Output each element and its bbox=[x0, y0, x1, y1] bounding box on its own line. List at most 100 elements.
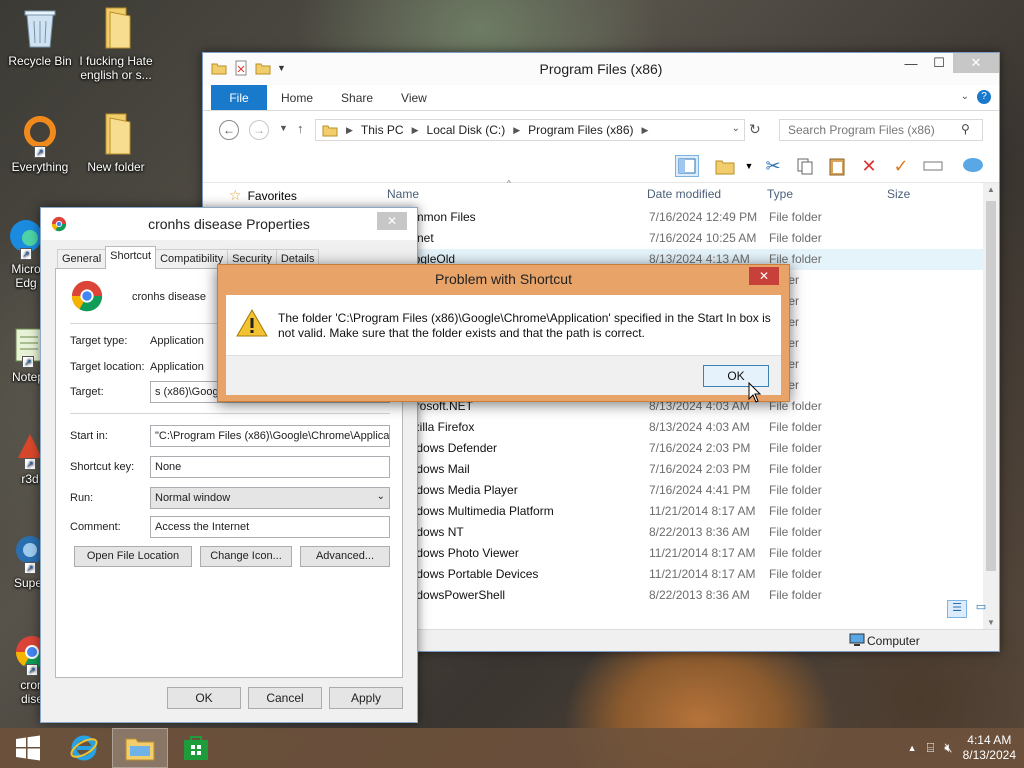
file-date-modified: 8/22/2013 8:36 AM bbox=[649, 525, 750, 539]
column-header-date[interactable]: Date modified bbox=[647, 183, 721, 205]
desktop-icon-folder-hate[interactable]: I fucking Hate english or s... bbox=[76, 6, 156, 82]
address-row: ← → ▼ ↑ ▶ This PC ▶ Local Disk (C:) ▶ Pr… bbox=[203, 111, 999, 149]
chevron-right-icon[interactable]: ▶ bbox=[642, 125, 649, 136]
problem-with-shortcut-dialog[interactable]: Problem with Shortcut ✕ The folder 'C:\P… bbox=[217, 264, 790, 402]
chevron-right-icon[interactable]: ▶ bbox=[412, 125, 419, 136]
scroll-down-icon[interactable]: ▼ bbox=[987, 618, 995, 627]
minimize-button[interactable]: — bbox=[897, 53, 925, 73]
tab-file[interactable]: File bbox=[211, 85, 267, 110]
paste-icon[interactable] bbox=[825, 155, 849, 177]
shortcut-arrow-icon: ↗ bbox=[24, 562, 36, 574]
ok-button[interactable]: OK bbox=[167, 687, 241, 709]
copy-icon[interactable] bbox=[793, 155, 817, 177]
clock[interactable]: 4:14 AM 8/13/2024 bbox=[963, 733, 1016, 763]
tab-shortcut[interactable]: Shortcut bbox=[105, 246, 157, 269]
breadcrumb-local-disk[interactable]: Local Disk (C:) bbox=[427, 123, 506, 137]
start-in-input[interactable]: "C:\Program Files (x86)\Google\Chrome\Ap… bbox=[150, 425, 390, 447]
tab-share[interactable]: Share bbox=[327, 85, 387, 110]
close-button[interactable]: ✕ bbox=[953, 53, 999, 73]
taskbar-store[interactable] bbox=[168, 728, 224, 768]
delete-icon[interactable]: ✕ bbox=[857, 155, 881, 177]
move-to-icon[interactable] bbox=[713, 155, 737, 177]
scroll-up-icon[interactable]: ▲ bbox=[987, 185, 995, 194]
chat-icon[interactable] bbox=[961, 155, 985, 177]
volume-muted-icon[interactable]: 🔇︎ bbox=[944, 740, 952, 756]
file-row[interactable]: ozilla Firefox 8/13/2024 4:03 AM File fold… bbox=[379, 417, 983, 438]
column-header-name[interactable]: Name bbox=[387, 183, 419, 205]
file-row[interactable]: indows Multimedia Platform 11/21/2014 8:1… bbox=[379, 501, 983, 522]
refresh-button[interactable]: ↻ bbox=[749, 121, 761, 138]
column-header-size[interactable]: Size bbox=[887, 183, 910, 205]
search-icon[interactable]: ⚲ bbox=[961, 122, 970, 136]
details-view-icon[interactable]: ☰ bbox=[947, 600, 967, 618]
chevron-right-icon[interactable]: ▶ bbox=[346, 125, 353, 136]
breadcrumb-this-pc[interactable]: This PC bbox=[361, 123, 404, 137]
shortcut-key-input[interactable]: None bbox=[150, 456, 390, 478]
file-list[interactable]: Name ^ Date modified Type Size ommon Fil… bbox=[379, 179, 983, 629]
shortcut-arrow-icon: ↗ bbox=[24, 458, 36, 470]
breadcrumb-program-files[interactable]: Program Files (x86) bbox=[528, 123, 633, 137]
chevron-down-icon[interactable]: ▼ bbox=[737, 155, 761, 177]
file-type: File folder bbox=[769, 462, 822, 476]
file-row[interactable]: indows Media Player 7/16/2024 4:41 PM File… bbox=[379, 480, 983, 501]
desktop-icon-new-folder[interactable]: New folder bbox=[76, 112, 156, 174]
file-row[interactable]: indows Photo Viewer 11/21/2014 8:17 AM Fil… bbox=[379, 543, 983, 564]
column-header-type[interactable]: Type bbox=[767, 183, 793, 205]
search-input[interactable]: Search Program Files (x86) bbox=[779, 119, 983, 141]
comment-input[interactable]: Access the Internet bbox=[150, 516, 390, 538]
chevron-right-icon[interactable]: ▶ bbox=[513, 125, 520, 136]
run-label: Run: bbox=[70, 492, 94, 504]
desktop-icon-recycle-bin[interactable]: Recycle Bin bbox=[0, 6, 80, 68]
maximize-button[interactable]: ☐ bbox=[925, 53, 953, 73]
shortcut-name: cronhs disease bbox=[132, 291, 206, 303]
taskbar-internet-explorer[interactable] bbox=[56, 728, 112, 768]
large-icons-view-icon[interactable]: ▭ bbox=[971, 600, 991, 618]
help-icon[interactable]: ? bbox=[977, 90, 991, 104]
vertical-scrollbar[interactable]: ▲ ▼ bbox=[983, 183, 999, 629]
recent-locations-button[interactable]: ▼ bbox=[279, 123, 288, 133]
preview-pane-icon[interactable] bbox=[675, 155, 699, 177]
up-button[interactable]: ↑ bbox=[297, 121, 304, 136]
open-file-location-button[interactable]: Open File Location bbox=[74, 546, 192, 567]
cut-icon[interactable]: ✂ bbox=[761, 155, 785, 177]
file-row[interactable]: indows Mail 7/16/2024 2:03 PM File folder bbox=[379, 459, 983, 480]
nav-item-favorites[interactable]: ☆ Favorites bbox=[229, 187, 297, 204]
rename-icon[interactable] bbox=[921, 155, 945, 177]
advanced-button[interactable]: Advanced... bbox=[300, 546, 390, 567]
file-row[interactable]: ommon Files 7/16/2024 12:49 PM File folder bbox=[379, 207, 983, 228]
shortcut-arrow-icon: ↗ bbox=[26, 664, 38, 676]
address-dropdown-icon[interactable]: ⌄ bbox=[732, 123, 740, 134]
taskbar-file-explorer[interactable] bbox=[112, 728, 168, 768]
apply-button[interactable]: Apply bbox=[329, 687, 403, 709]
address-bar[interactable]: ▶ This PC ▶ Local Disk (C:) ▶ Program Fi… bbox=[315, 119, 745, 141]
close-button[interactable]: ✕ bbox=[377, 212, 407, 230]
file-row[interactable]: otnet 7/16/2024 10:25 AM File folder bbox=[379, 228, 983, 249]
scrollbar-thumb[interactable] bbox=[986, 201, 996, 571]
file-row[interactable]: indows Portable Devices 11/21/2014 8:17 A… bbox=[379, 564, 983, 585]
network-icon[interactable]: ⌸ bbox=[927, 740, 935, 756]
tab-general[interactable]: General bbox=[57, 249, 107, 269]
file-date-modified: 8/13/2024 4:03 AM bbox=[649, 420, 750, 434]
desktop-icon-everything[interactable]: ↗ Everything bbox=[0, 112, 80, 174]
start-button[interactable] bbox=[0, 728, 56, 768]
tab-view[interactable]: View bbox=[387, 85, 441, 110]
cancel-button[interactable]: Cancel bbox=[248, 687, 322, 709]
file-row[interactable]: indowsPowerShell 8/22/2013 8:36 AM File fo… bbox=[379, 585, 983, 606]
tab-home[interactable]: Home bbox=[267, 85, 327, 110]
chevron-down-icon[interactable]: ⌄ bbox=[961, 91, 969, 102]
forward-button[interactable]: → bbox=[249, 120, 269, 140]
run-select[interactable]: Normal window ⌄ bbox=[150, 487, 390, 509]
properties-titlebar[interactable]: cronhs disease Properties ✕ bbox=[41, 208, 417, 240]
file-row[interactable]: indows NT 8/22/2013 8:36 AM File folder bbox=[379, 522, 983, 543]
back-button[interactable]: ← bbox=[219, 120, 239, 140]
file-name: indows Photo Viewer bbox=[407, 546, 519, 560]
explorer-titlebar[interactable]: ▼ Program Files (x86) — ☐ ✕ bbox=[203, 53, 999, 85]
change-icon-button[interactable]: Change Icon... bbox=[200, 546, 292, 567]
ribbon-tabs: File Home Share View ⌄ ? bbox=[203, 85, 999, 111]
close-button[interactable]: ✕ bbox=[749, 267, 779, 285]
file-row[interactable]: indows Defender 7/16/2024 2:03 PM File fol… bbox=[379, 438, 983, 459]
file-name: indows Defender bbox=[407, 441, 498, 455]
show-hidden-icons-icon[interactable]: ▲ bbox=[908, 743, 917, 753]
store-icon bbox=[184, 736, 208, 760]
select-all-icon[interactable]: ✓ bbox=[889, 155, 913, 177]
